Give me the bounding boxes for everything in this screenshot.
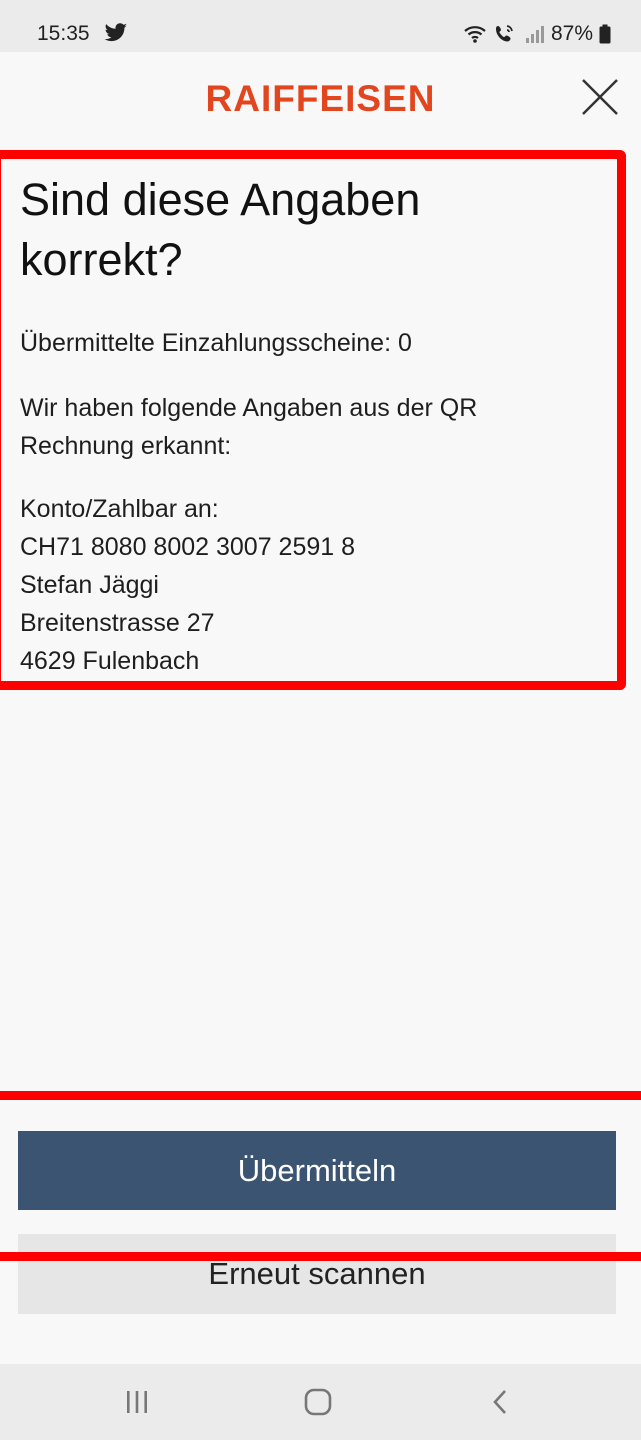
system-nav-bar: [0, 1364, 641, 1440]
close-icon[interactable]: [581, 78, 619, 116]
payee-street: Breitenstrasse 27: [20, 609, 215, 637]
intro-line-1: Wir haben folgende Angaben aus der QR: [20, 394, 478, 422]
brand-logo: RAIFFEISEN: [205, 78, 436, 119]
title-line-1: Sind diese Angaben: [20, 174, 421, 225]
app-header: RAIFFEISEN: [0, 52, 641, 144]
title-line-2: korrekt?: [20, 234, 183, 285]
home-icon[interactable]: [298, 1384, 338, 1420]
battery-percent: 87%: [550, 22, 593, 45]
highlight-box-submit: [0, 1091, 641, 1261]
intro-line-2: Rechnung erkannt:: [20, 432, 232, 460]
wifi-icon: [464, 26, 486, 43]
battery-icon: [599, 24, 611, 44]
payee-iban: CH71 8080 8002 3007 2591 8: [20, 533, 356, 561]
status-bar: 15:35 87%: [0, 0, 641, 52]
details-section: Sind diese Angaben korrekt? Übermittelte…: [20, 170, 610, 675]
back-icon[interactable]: [480, 1384, 520, 1420]
intro-text: Wir haben folgende Angaben aus der QR Re…: [20, 389, 477, 465]
twitter-icon: [104, 23, 127, 42]
payee-label: Konto/Zahlbar an:: [20, 495, 219, 523]
page-title: Sind diese Angaben korrekt?: [20, 170, 610, 290]
signal-icon: [525, 26, 544, 43]
status-time: 15:35: [37, 22, 90, 45]
payee-city: 4629 Fulenbach: [20, 647, 200, 675]
status-icons: 87%: [463, 22, 611, 46]
call-icon: [495, 25, 513, 42]
payee-address: Konto/Zahlbar an: CH71 8080 8002 3007 25…: [20, 490, 355, 680]
payee-name: Stefan Jäggi: [20, 571, 159, 599]
recent-apps-icon[interactable]: [117, 1384, 157, 1420]
submitted-count: Übermittelte Einzahlungsscheine: 0: [20, 329, 412, 357]
